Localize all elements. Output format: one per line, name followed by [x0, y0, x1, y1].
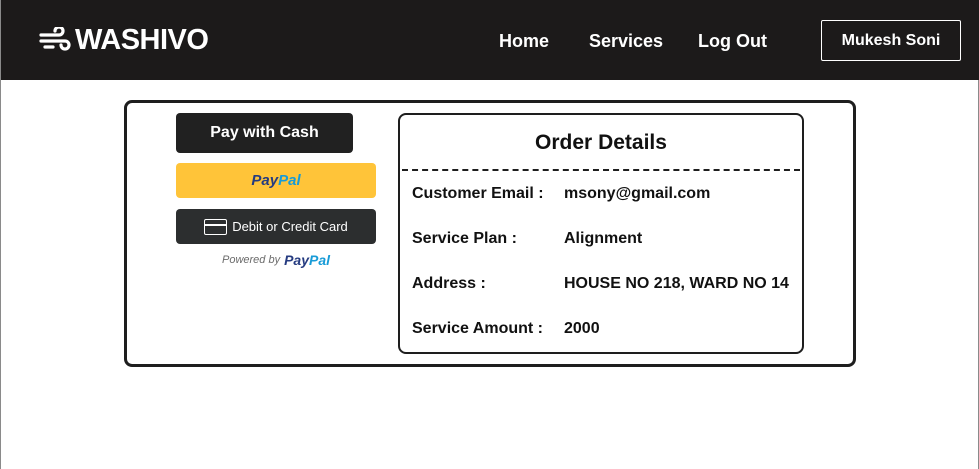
nav-services-link[interactable]: Services [589, 30, 663, 52]
brand-logo[interactable]: WASHIVO [39, 23, 209, 56]
customer-email-label: Customer Email : [412, 185, 544, 202]
address-value: HOUSE NO 218, WARD NO 14 [564, 275, 789, 292]
dashed-divider [402, 169, 800, 171]
order-details-title: Order Details [535, 131, 667, 154]
card-button-label: Debit or Credit Card [232, 219, 348, 234]
paypal-wordmark-pay: Pay [284, 252, 309, 268]
paypal-logo-pay: Pay [251, 172, 279, 189]
paypal-logo-pal: Pal [278, 172, 301, 189]
customer-email-value: msony@gmail.com [564, 185, 711, 202]
user-profile-button[interactable]: Mukesh Soni [821, 20, 961, 61]
page: WASHIVO Home Services Log Out Mukesh Son… [0, 0, 979, 469]
service-plan-label: Service Plan : [412, 230, 517, 247]
brand-name: WASHIVO [75, 23, 209, 56]
paypal-wordmark: PayPal [284, 252, 330, 268]
navbar: WASHIVO Home Services Log Out Mukesh Son… [1, 0, 979, 80]
paypal-wordmark-pal: Pal [309, 252, 331, 268]
paypal-button[interactable]: Pay Pal [176, 163, 376, 198]
pay-with-cash-button[interactable]: Pay with Cash [176, 113, 353, 153]
service-amount-label: Service Amount : [412, 320, 543, 337]
service-plan-value: Alignment [564, 230, 643, 247]
powered-by-paypal: Powered by PayPal [176, 251, 376, 269]
order-details-card: Order Details Customer Email : msony@gma… [398, 113, 804, 354]
powered-by-text: Powered by [221, 254, 281, 266]
debit-credit-card-button[interactable]: Debit or Credit Card [176, 209, 376, 244]
wind-icon [39, 27, 71, 51]
nav-logout-link[interactable]: Log Out [698, 30, 767, 52]
address-label: Address : [412, 275, 486, 292]
nav-home-link[interactable]: Home [499, 30, 549, 52]
service-amount-value: 2000 [564, 320, 600, 337]
credit-card-icon [204, 218, 228, 235]
